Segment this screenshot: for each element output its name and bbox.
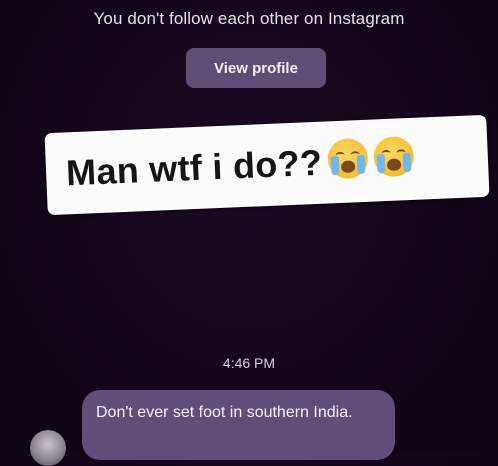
loudly-crying-face-icon (327, 137, 369, 180)
view-profile-button[interactable]: View profile (186, 48, 326, 88)
follow-status-notice: You don't follow each other on Instagram (93, 9, 405, 28)
message-row: Don't ever set foot in southern India. (30, 390, 470, 466)
avatar[interactable] (30, 430, 66, 466)
dm-conversation-screen: You don't follow each other on Instagram… (0, 0, 498, 466)
received-message-bubble[interactable]: Don't ever set foot in southern India. (82, 390, 395, 460)
caption-sticker: Man wtf i do?? (44, 114, 490, 216)
loudly-crying-face-icon (373, 135, 415, 178)
caption-text: Man wtf i do?? (65, 141, 323, 194)
message-timestamp: 4:46 PM (222, 355, 276, 371)
